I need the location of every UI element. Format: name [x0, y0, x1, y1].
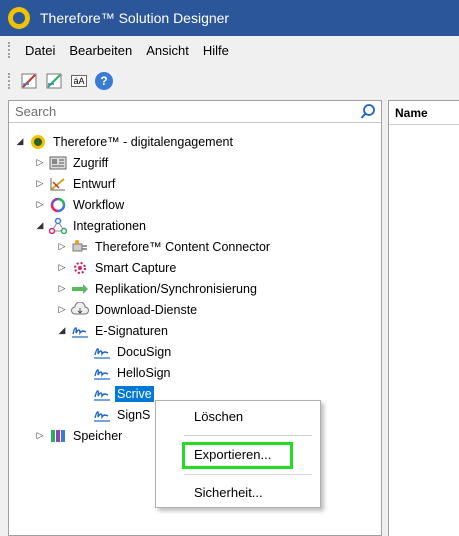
- signature-icon: [93, 344, 111, 360]
- tree-label-download: Download-Dienste: [95, 302, 198, 317]
- menu-bar: Datei Bearbeiten Ansicht Hilfe: [0, 36, 459, 64]
- expand-arrow-icon[interactable]: ▷: [57, 262, 67, 273]
- tree-label-root: Therefore™ - digitalengagement: [53, 134, 233, 149]
- menu-hilfe[interactable]: Hilfe: [196, 43, 236, 58]
- spelling-button[interactable]: áA: [68, 70, 90, 92]
- expand-arrow-icon[interactable]: ▷: [57, 241, 67, 252]
- title-bar: Therefore™ Solution Designer: [0, 0, 459, 36]
- tree-label-scrive: Scrive: [115, 385, 154, 402]
- design-icon: [49, 176, 67, 192]
- tree-item-replikation[interactable]: ▷ Replikation/Synchronisierung: [57, 278, 259, 299]
- tree-label-entwurf: Entwurf: [73, 176, 116, 191]
- storage-icon: [49, 428, 67, 444]
- search-box[interactable]: Search: [9, 101, 381, 123]
- search-input[interactable]: Search: [15, 104, 56, 119]
- tree-item-zugriff[interactable]: ▷ Zugriff: [35, 152, 110, 173]
- access-icon: [49, 155, 67, 171]
- tree-item-workflow[interactable]: ▷ Workflow: [35, 194, 126, 215]
- tree-label-esignaturen: E-Signaturen: [95, 323, 168, 338]
- signature-icon: [93, 365, 111, 381]
- tree-item-hellosign[interactable]: HelloSign: [93, 362, 173, 383]
- tree-item-speicher[interactable]: ▷ Speicher: [35, 425, 124, 446]
- tree-label-signs: SignS: [117, 407, 151, 422]
- tree-item-download[interactable]: ▷ Download-Dienste: [57, 299, 199, 320]
- toolbar-grip: [8, 73, 12, 89]
- connector-icon: [71, 239, 89, 255]
- tree-label-smart-capture: Smart Capture: [95, 260, 177, 275]
- signature-icon: [93, 407, 111, 423]
- menu-grip: [8, 42, 12, 58]
- expand-arrow-icon[interactable]: ▷: [35, 157, 45, 168]
- design-tool-button[interactable]: [18, 70, 40, 92]
- spelling-icon: áA: [71, 75, 87, 87]
- expand-arrow-icon[interactable]: ▷: [57, 283, 67, 294]
- tree-label-workflow: Workflow: [73, 197, 125, 212]
- menu-datei[interactable]: Datei: [18, 43, 62, 58]
- tree-item-smart-capture[interactable]: ▷ Smart Capture: [57, 257, 178, 278]
- collapse-arrow-icon[interactable]: ◢: [35, 220, 45, 231]
- window-title: Therefore™ Solution Designer: [40, 10, 230, 26]
- tree-item-entwurf[interactable]: ▷ Entwurf: [35, 173, 117, 194]
- integrations-icon: [49, 217, 67, 234]
- tree-label-speicher: Speicher: [73, 428, 123, 443]
- tree-item-content-connector[interactable]: ▷ Therefore™ Content Connector: [57, 236, 272, 257]
- therefore-logo-icon: [29, 134, 47, 150]
- tree-label-hellosign: HelloSign: [117, 365, 171, 380]
- sync-icon: [71, 281, 89, 297]
- design-tool-button-2[interactable]: [43, 70, 65, 92]
- menu-separator: [184, 474, 312, 475]
- context-menu: Löschen Exportieren... Sicherheit...: [155, 400, 321, 508]
- menu-item-loeschen[interactable]: Löschen: [194, 409, 243, 424]
- tree-item-integrationen[interactable]: ◢ Integrationen: [35, 215, 148, 236]
- search-icon[interactable]: [359, 103, 377, 121]
- design-alt-icon: [46, 73, 62, 89]
- detail-pane: Name: [388, 100, 459, 536]
- tree-label-zugriff: Zugriff: [73, 155, 109, 170]
- help-button[interactable]: ?: [93, 70, 115, 92]
- tree-label-docusign: DocuSign: [117, 344, 172, 359]
- signature-icon: [93, 386, 111, 402]
- expand-arrow-icon[interactable]: ▷: [57, 304, 67, 315]
- toolbar: áA ?: [0, 64, 459, 98]
- tree-label-integrationen: Integrationen: [73, 218, 146, 233]
- download-cloud-icon: [71, 301, 89, 318]
- menu-item-exportieren[interactable]: Exportieren...: [194, 447, 271, 462]
- menu-bearbeiten[interactable]: Bearbeiten: [62, 43, 139, 58]
- smart-capture-icon: [71, 260, 89, 276]
- expand-arrow-icon[interactable]: ▷: [35, 178, 45, 189]
- tree-item-scrive[interactable]: Scrive: [93, 383, 154, 404]
- workflow-icon: [49, 197, 67, 213]
- expand-arrow-icon[interactable]: ▷: [35, 199, 45, 210]
- menu-ansicht[interactable]: Ansicht: [139, 43, 196, 58]
- collapse-arrow-icon[interactable]: ◢: [57, 325, 67, 336]
- tree-label-replikation: Replikation/Synchronisierung: [95, 281, 257, 296]
- tree-item-root[interactable]: ◢ Therefore™ - digitalengagement: [15, 131, 235, 152]
- help-icon: ?: [95, 72, 113, 90]
- menu-item-sicherheit[interactable]: Sicherheit...: [194, 485, 263, 500]
- collapse-arrow-icon[interactable]: ◢: [15, 136, 25, 147]
- expand-arrow-icon[interactable]: ▷: [35, 430, 45, 441]
- tree-item-docusign[interactable]: DocuSign: [93, 341, 173, 362]
- design-icon: [21, 73, 37, 89]
- signature-icon: [71, 323, 89, 339]
- menu-separator: [184, 435, 312, 436]
- column-header-name[interactable]: Name: [389, 101, 459, 125]
- tree-item-signs[interactable]: SignS: [93, 404, 152, 425]
- tree-item-esignaturen[interactable]: ◢ E-Signaturen: [57, 320, 170, 341]
- app-logo-icon: [8, 7, 30, 29]
- tree-label-content-connector: Therefore™ Content Connector: [95, 239, 271, 254]
